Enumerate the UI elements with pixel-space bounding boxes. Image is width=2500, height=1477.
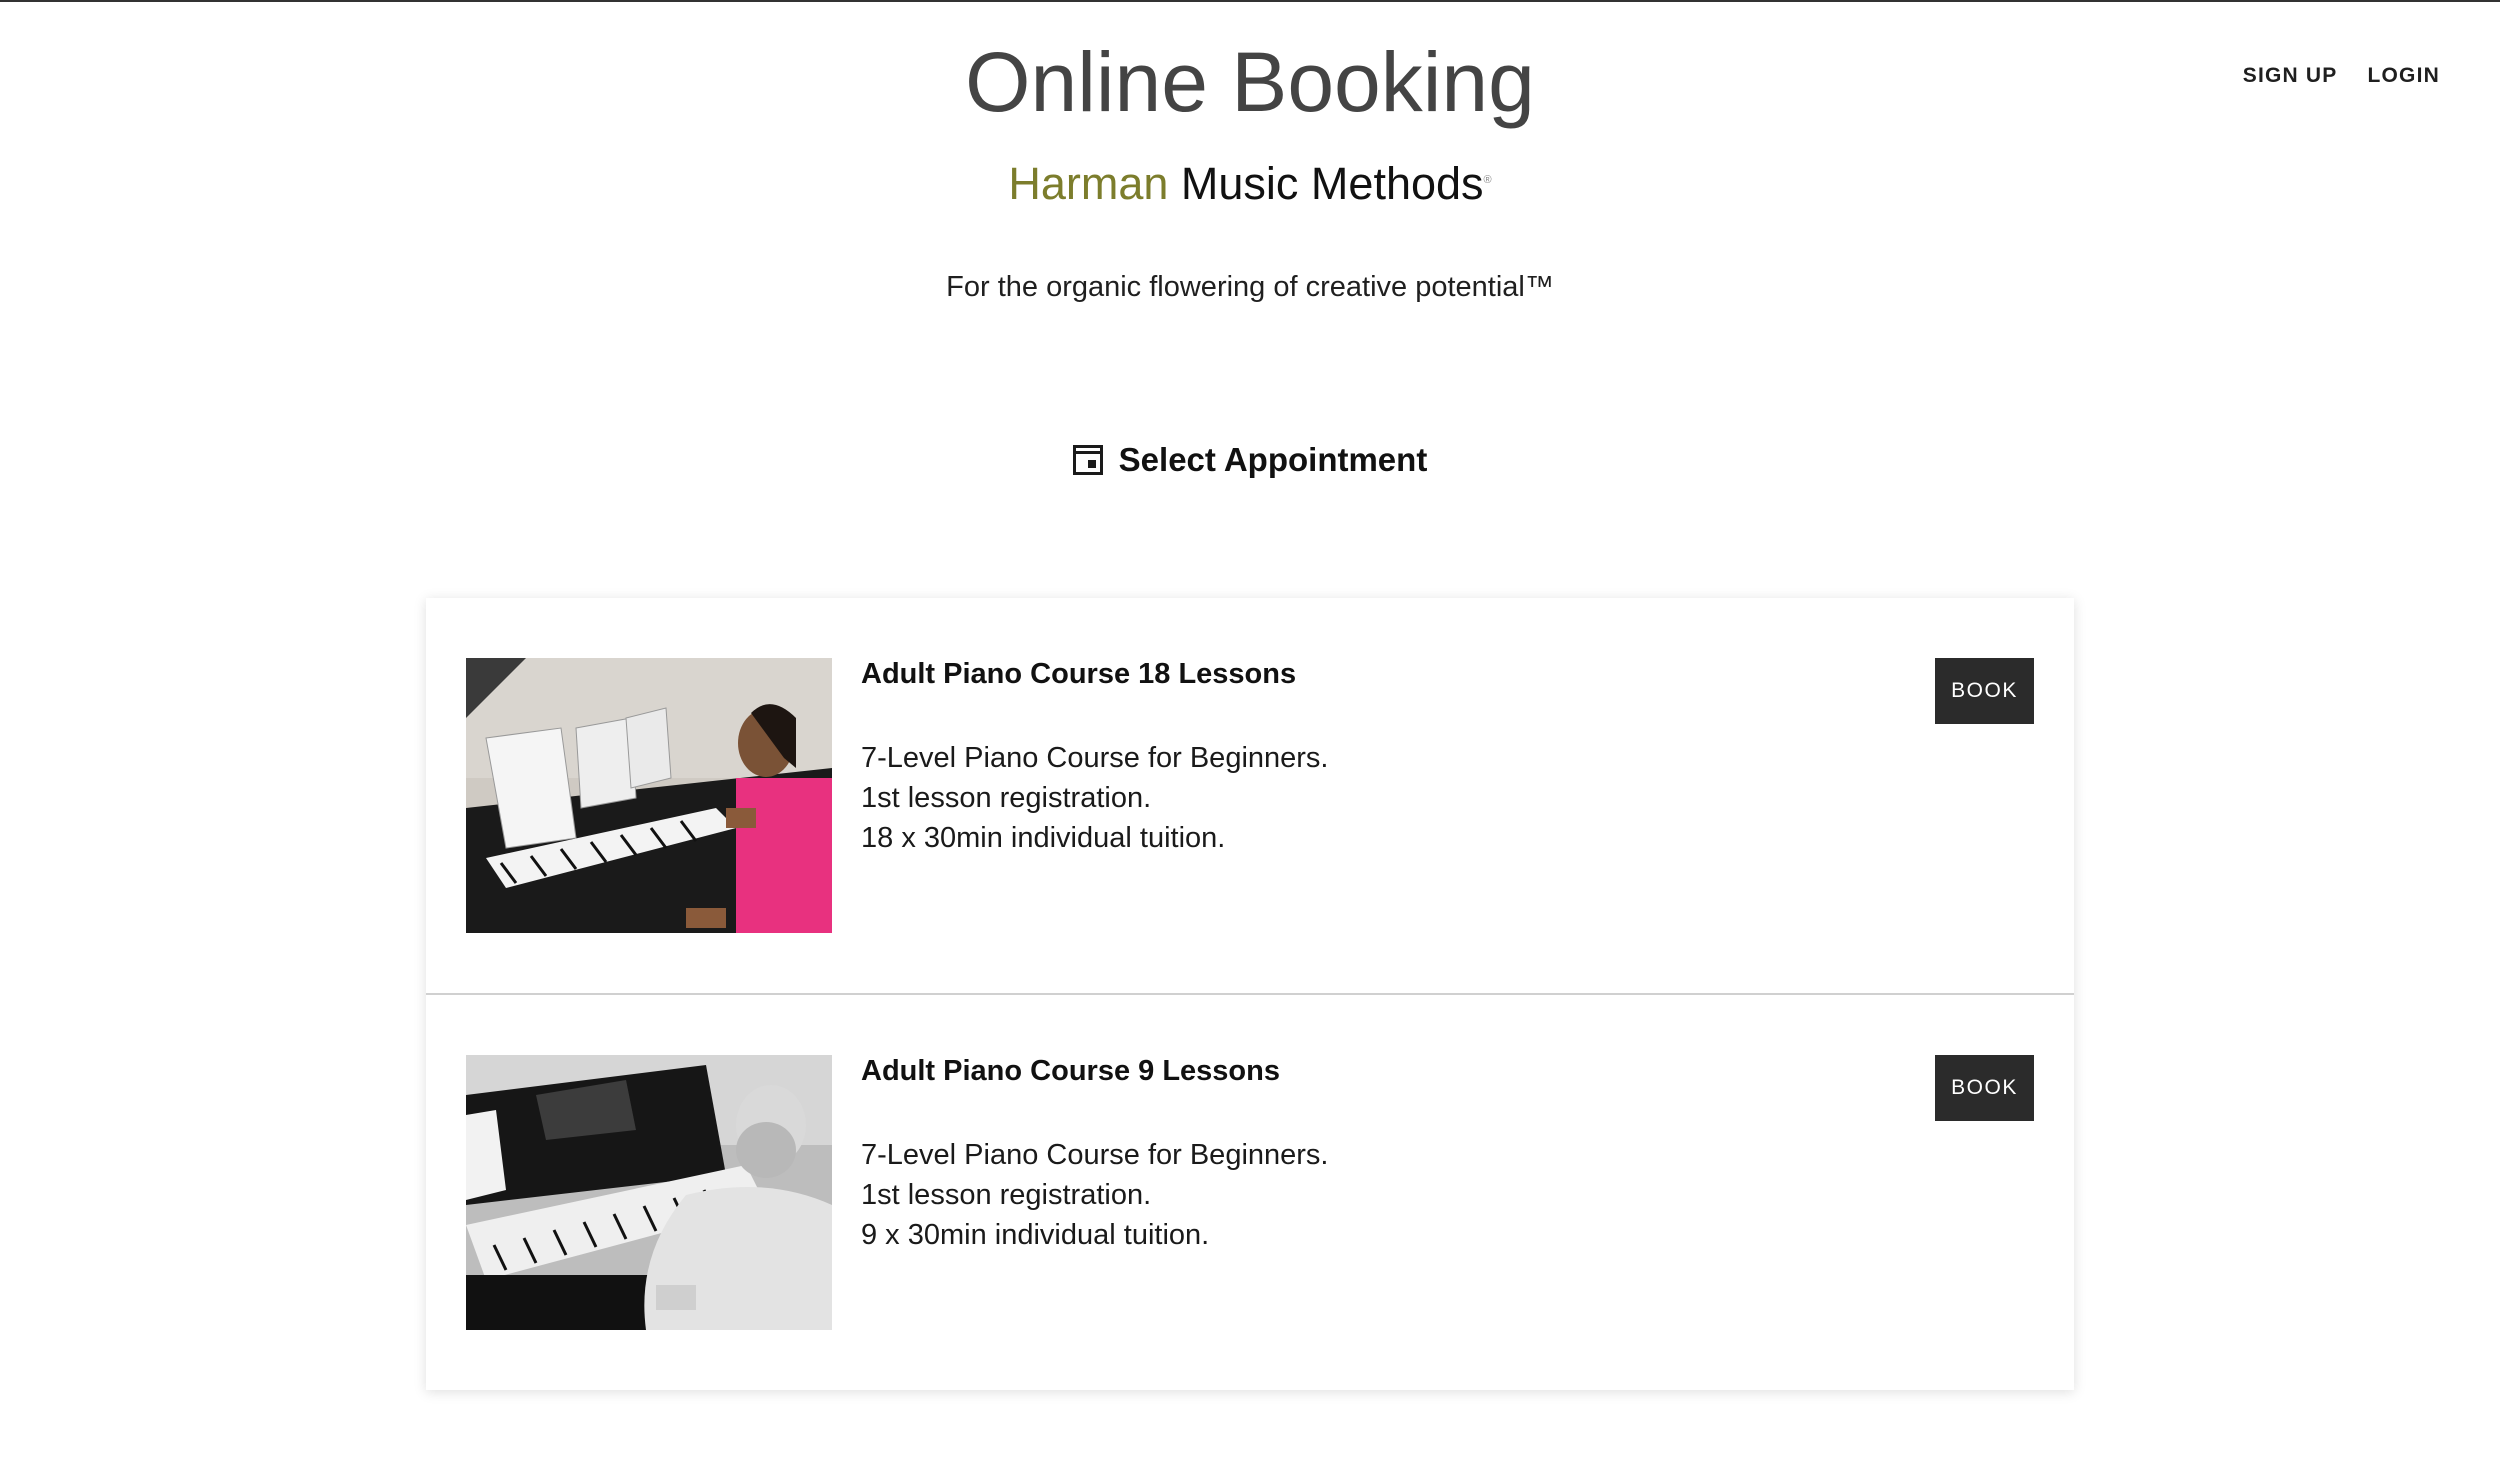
piano-lesson-photo: [466, 1055, 832, 1330]
course-description-line: 7-Level Piano Course for Beginners.: [861, 1139, 1329, 1171]
course-description-line: 18 x 30min individual tuition.: [861, 822, 1226, 854]
list-item: Adult Piano Course 9 Lessons 7-Level Pia…: [426, 993, 2074, 1391]
select-appointment-label: Select Appointment: [1118, 441, 1428, 478]
course-description-line: 1st lesson registration.: [861, 1179, 1152, 1211]
course-description-line: 9 x 30min individual tuition.: [861, 1219, 1210, 1251]
course-title: Adult Piano Course 9 Lessons: [861, 1055, 1280, 1087]
course-image: [466, 658, 832, 933]
registered-mark-icon: ®: [1483, 174, 1492, 186]
brand-name-second: Music Methods: [1180, 158, 1484, 209]
appointment-list: Adult Piano Course 18 Lessons 7-Level Pi…: [426, 598, 2074, 1390]
brand-name-first: Harman: [1008, 158, 1169, 209]
course-image: [466, 1055, 832, 1330]
book-button[interactable]: BOOK: [1935, 1055, 2034, 1121]
top-divider: [0, 0, 2500, 2]
page-title: Online Booking: [965, 35, 1535, 129]
course-description-line: 7-Level Piano Course for Beginners.: [861, 742, 1329, 774]
page: SIGN UP LOGIN Online Booking Harman Musi…: [0, 0, 2500, 1477]
calendar-icon: [1072, 445, 1103, 475]
tagline: For the organic flowering of creative po…: [946, 271, 1554, 303]
brand-logo[interactable]: Harman Music Methods®: [0, 150, 2500, 214]
course-title: Adult Piano Course 18 Lessons: [861, 658, 1297, 690]
book-button[interactable]: BOOK: [1935, 658, 2034, 724]
list-item: Adult Piano Course 18 Lessons 7-Level Pi…: [426, 598, 2074, 994]
select-appointment-heading: Select Appointment: [0, 441, 2500, 479]
piano-lesson-photo: [466, 658, 832, 933]
course-description: 7-Level Piano Course for Beginners. 1st …: [861, 1135, 1328, 1255]
course-description: 7-Level Piano Course for Beginners. 1st …: [861, 738, 1328, 858]
course-description-line: 1st lesson registration.: [861, 782, 1152, 814]
